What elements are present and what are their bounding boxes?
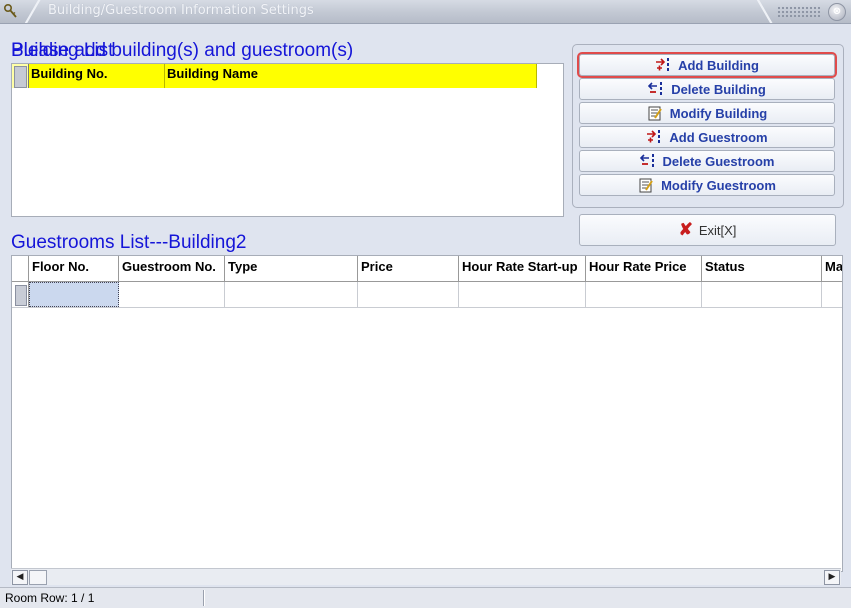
key-icon[interactable] bbox=[3, 3, 19, 19]
guestroom-grid-header: Floor No. Guestroom No. Type Price Hour … bbox=[12, 256, 842, 282]
column-hour-rate-start-up[interactable]: Hour Rate Start-up bbox=[459, 256, 586, 281]
delete-icon bbox=[639, 153, 656, 169]
column-building-name[interactable]: Building Name bbox=[165, 64, 537, 88]
column-type[interactable]: Type bbox=[225, 256, 358, 281]
title-decoration-right bbox=[754, 0, 776, 23]
row-selector-header[interactable] bbox=[12, 256, 29, 281]
delete-guestroom-button[interactable]: Delete Guestroom bbox=[579, 150, 835, 172]
row-selector-header[interactable] bbox=[12, 64, 29, 88]
window-title: Building/Guestroom Information Settings bbox=[48, 3, 314, 18]
row-selector[interactable] bbox=[12, 282, 29, 307]
modify-building-label: Modify Building bbox=[669, 105, 768, 121]
modify-guestroom-label: Modify Guestroom bbox=[661, 177, 776, 193]
title-grip bbox=[777, 6, 821, 17]
action-button-group: Add Building Delete Building Modify Buil… bbox=[572, 44, 844, 208]
delete-building-label: Delete Building bbox=[671, 81, 766, 97]
cell-hour-rate-start-up[interactable] bbox=[459, 282, 586, 307]
scroll-thumb[interactable] bbox=[29, 570, 47, 585]
guestroom-list-title: Guestrooms List---Building2 bbox=[11, 232, 247, 253]
delete-guestroom-label: Delete Guestroom bbox=[662, 153, 775, 169]
cell-type[interactable] bbox=[225, 282, 358, 307]
exit-button[interactable]: ✘ Exit[X] bbox=[579, 214, 836, 246]
add-icon bbox=[655, 57, 671, 73]
column-ma[interactable]: Ma bbox=[822, 256, 842, 281]
building-list-title: Building List bbox=[11, 40, 114, 61]
cell-hour-rate-price[interactable] bbox=[586, 282, 702, 307]
column-hour-rate-price[interactable]: Hour Rate Price bbox=[586, 256, 702, 281]
building-grid-header: Building No. Building Name bbox=[12, 64, 537, 88]
scroll-left-icon[interactable]: ◀ bbox=[12, 570, 28, 585]
modify-guestroom-button[interactable]: Modify Guestroom bbox=[579, 174, 835, 196]
cell-status[interactable] bbox=[702, 282, 822, 307]
cell-guestroom-no[interactable] bbox=[119, 282, 225, 307]
horizontal-scrollbar[interactable]: ◀ ▶ bbox=[11, 568, 841, 585]
column-guestroom-no[interactable]: Guestroom No. bbox=[119, 256, 225, 281]
title-bar: Building/Guestroom Information Settings … bbox=[0, 0, 851, 24]
cell-floor-no[interactable] bbox=[29, 282, 119, 307]
building-list-grid[interactable]: Building No. Building Name bbox=[11, 63, 564, 217]
exit-x-icon: ✘ bbox=[678, 220, 693, 239]
building-section-heading: Please add building(s) and guestroom(s) … bbox=[11, 40, 353, 62]
scroll-right-icon[interactable]: ▶ bbox=[824, 570, 840, 585]
column-floor-no[interactable]: Floor No. bbox=[29, 256, 119, 281]
status-pane-empty bbox=[204, 590, 848, 606]
table-row[interactable] bbox=[12, 282, 842, 308]
title-decoration bbox=[22, 0, 44, 23]
cell-price[interactable] bbox=[358, 282, 459, 307]
column-status[interactable]: Status bbox=[702, 256, 822, 281]
guestroom-list-grid[interactable]: Floor No. Guestroom No. Type Price Hour … bbox=[11, 255, 843, 572]
status-bar: Room Row: 1 / 1 bbox=[0, 587, 851, 608]
exit-label: Exit[X] bbox=[698, 222, 737, 238]
delete-icon bbox=[648, 81, 664, 97]
modify-building-button[interactable]: Modify Building bbox=[579, 102, 835, 124]
room-row-status: Room Row: 1 / 1 bbox=[2, 590, 204, 606]
modify-icon bbox=[638, 177, 654, 193]
add-guestroom-label: Add Guestroom bbox=[669, 129, 768, 145]
close-icon[interactable]: ⊗ bbox=[828, 3, 846, 21]
modify-icon bbox=[647, 105, 663, 121]
add-icon bbox=[646, 129, 662, 145]
add-building-label: Add Building bbox=[678, 57, 759, 73]
delete-building-button[interactable]: Delete Building bbox=[579, 78, 835, 100]
add-building-button[interactable]: Add Building bbox=[577, 52, 837, 78]
column-price[interactable]: Price bbox=[358, 256, 459, 281]
column-building-no[interactable]: Building No. bbox=[29, 64, 165, 88]
add-guestroom-button[interactable]: Add Guestroom bbox=[579, 126, 835, 148]
cell-ma[interactable] bbox=[822, 282, 842, 307]
